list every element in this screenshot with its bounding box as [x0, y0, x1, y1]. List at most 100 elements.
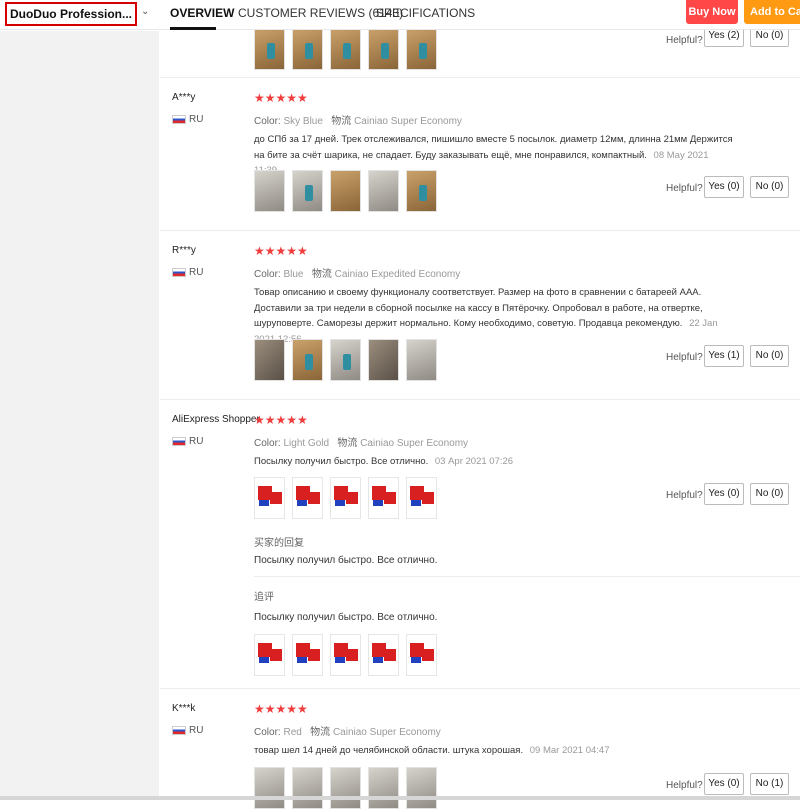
- review-meta: Color: Sky Blue 物流 Cainiao Super Economy: [254, 112, 462, 127]
- divider: [254, 576, 800, 577]
- color-label: Color:: [254, 727, 281, 738]
- shipping-value: Cainiao Expedited Economy: [334, 269, 461, 280]
- color-label: Color:: [254, 438, 281, 449]
- review-item: Helpful? Yes (2) No (0): [160, 25, 800, 78]
- review-photo[interactable]: [254, 170, 285, 212]
- shipping-value: Cainiao Super Economy: [354, 116, 462, 127]
- store-name-button[interactable]: DuoDuo Profession...: [5, 2, 137, 26]
- active-tab-indicator: [170, 27, 216, 30]
- star-rating: ★★★★★: [254, 244, 308, 258]
- review-photo[interactable]: [330, 28, 361, 70]
- review-photo[interactable]: [330, 634, 361, 676]
- star-rating: ★★★★★: [254, 702, 308, 716]
- review-photo[interactable]: [330, 477, 361, 519]
- review-photo[interactable]: [254, 767, 285, 809]
- review-photo[interactable]: [368, 28, 399, 70]
- buyer-reply-text: Посылку получил быстро. Все отлично.: [254, 555, 438, 566]
- followup-photos: [254, 634, 437, 676]
- color-value: Blue: [283, 269, 304, 280]
- review-photo[interactable]: [406, 339, 437, 381]
- review-body: Товар описанию и своему функционалу соот…: [254, 287, 703, 329]
- color-label: Color:: [254, 116, 281, 127]
- buyer-reply-label: 买家的回复: [254, 538, 304, 549]
- review-photo[interactable]: [254, 477, 285, 519]
- shipping-label: 物流: [310, 727, 331, 738]
- review-photo[interactable]: [292, 634, 323, 676]
- helpful-yes-button[interactable]: Yes (0): [704, 483, 744, 505]
- review-text: товар шел 14 дней до челябинской области…: [254, 743, 734, 759]
- review-photo[interactable]: [406, 477, 437, 519]
- review-photos: [254, 477, 437, 519]
- russia-flag-icon: [172, 437, 186, 446]
- shipping-label: 物流: [311, 269, 332, 280]
- review-photo[interactable]: [254, 28, 285, 70]
- tab-overview[interactable]: OVERVIEW: [170, 6, 234, 20]
- left-column: [0, 31, 159, 800]
- helpful-yes-button[interactable]: Yes (1): [704, 345, 744, 367]
- helpful-label: Helpful?: [666, 352, 703, 363]
- review-photo[interactable]: [254, 339, 285, 381]
- russia-flag-icon: [172, 115, 186, 124]
- helpful-label: Helpful?: [666, 490, 703, 501]
- review-date: 03 Apr 2021 07:26: [434, 456, 514, 467]
- review-photo[interactable]: [406, 170, 437, 212]
- review-item: R***y RU ★★★★★ Color: Blue 物流 Cainiao Ex…: [160, 231, 800, 400]
- color-label: Color:: [254, 269, 281, 280]
- review-meta: Color: Blue 物流 Cainiao Expedited Economy: [254, 265, 460, 280]
- helpful-label: Helpful?: [666, 183, 703, 194]
- helpful-label: Helpful?: [666, 780, 703, 791]
- buy-now-button[interactable]: Buy Now: [686, 0, 738, 24]
- review-photo[interactable]: [292, 339, 323, 381]
- reviewer-name: A***y: [172, 92, 196, 103]
- followup-text: Посылку получил быстро. Все отлично.: [254, 612, 438, 623]
- review-photo[interactable]: [330, 170, 361, 212]
- review-text: Товар описанию и своему функционалу соот…: [254, 285, 734, 347]
- review-photo[interactable]: [330, 339, 361, 381]
- review-item: K***k RU ★★★★★ Color: Red 物流 Cainiao Sup…: [160, 689, 800, 809]
- product-nav-bar: DuoDuo Profession... ⌄ OVERVIEW CUSTOMER…: [0, 0, 800, 30]
- review-item: AliExpress Shopper RU ★★★★★ Color: Light…: [160, 400, 800, 689]
- review-photo[interactable]: [368, 170, 399, 212]
- review-photo[interactable]: [292, 767, 323, 809]
- helpful-no-button[interactable]: No (0): [750, 176, 789, 198]
- russia-flag-icon: [172, 726, 186, 735]
- review-photo[interactable]: [406, 767, 437, 809]
- review-photo[interactable]: [292, 28, 323, 70]
- helpful-no-button[interactable]: No (0): [750, 483, 789, 505]
- review-item: A***y RU ★★★★★ Color: Sky Blue 物流 Cainia…: [160, 78, 800, 231]
- helpful-no-button[interactable]: No (0): [750, 345, 789, 367]
- reviewer-name: R***y: [172, 245, 196, 256]
- helpful-yes-button[interactable]: Yes (0): [704, 176, 744, 198]
- shipping-label: 物流: [337, 438, 358, 449]
- review-photos: [254, 28, 437, 70]
- review-photos: [254, 767, 437, 809]
- review-photo[interactable]: [368, 634, 399, 676]
- review-photos: [254, 339, 437, 381]
- russia-flag-icon: [172, 268, 186, 277]
- review-photo[interactable]: [330, 767, 361, 809]
- helpful-yes-button[interactable]: Yes (0): [704, 773, 744, 795]
- review-photo[interactable]: [292, 477, 323, 519]
- review-photo[interactable]: [368, 767, 399, 809]
- add-to-cart-button[interactable]: Add to Cart: [744, 0, 800, 24]
- chevron-down-icon[interactable]: ⌄: [141, 6, 149, 17]
- review-photo[interactable]: [254, 634, 285, 676]
- review-photo[interactable]: [368, 339, 399, 381]
- review-photo[interactable]: [406, 28, 437, 70]
- review-photo[interactable]: [406, 634, 437, 676]
- horizontal-scrollbar[interactable]: [0, 796, 800, 800]
- tab-specifications[interactable]: SPECIFICATIONS: [376, 6, 475, 20]
- review-photo[interactable]: [368, 477, 399, 519]
- reviewer-name: AliExpress Shopper: [172, 414, 260, 425]
- helpful-no-button[interactable]: No (1): [750, 773, 789, 795]
- review-body: Посылку получил быстро. Все отлично.: [254, 456, 429, 467]
- reviewer-country: RU: [189, 725, 204, 736]
- shipping-value: Cainiao Super Economy: [360, 438, 469, 449]
- shipping-label: 物流: [331, 116, 352, 127]
- star-rating: ★★★★★: [254, 413, 308, 427]
- review-meta: Color: Light Gold 物流 Cainiao Super Econo…: [254, 434, 468, 449]
- review-text: Посылку получил быстро. Все отлично. 03 …: [254, 454, 734, 470]
- reviewer-country: RU: [189, 114, 204, 125]
- review-body: товар шел 14 дней до челябинской области…: [254, 745, 524, 756]
- review-photo[interactable]: [292, 170, 323, 212]
